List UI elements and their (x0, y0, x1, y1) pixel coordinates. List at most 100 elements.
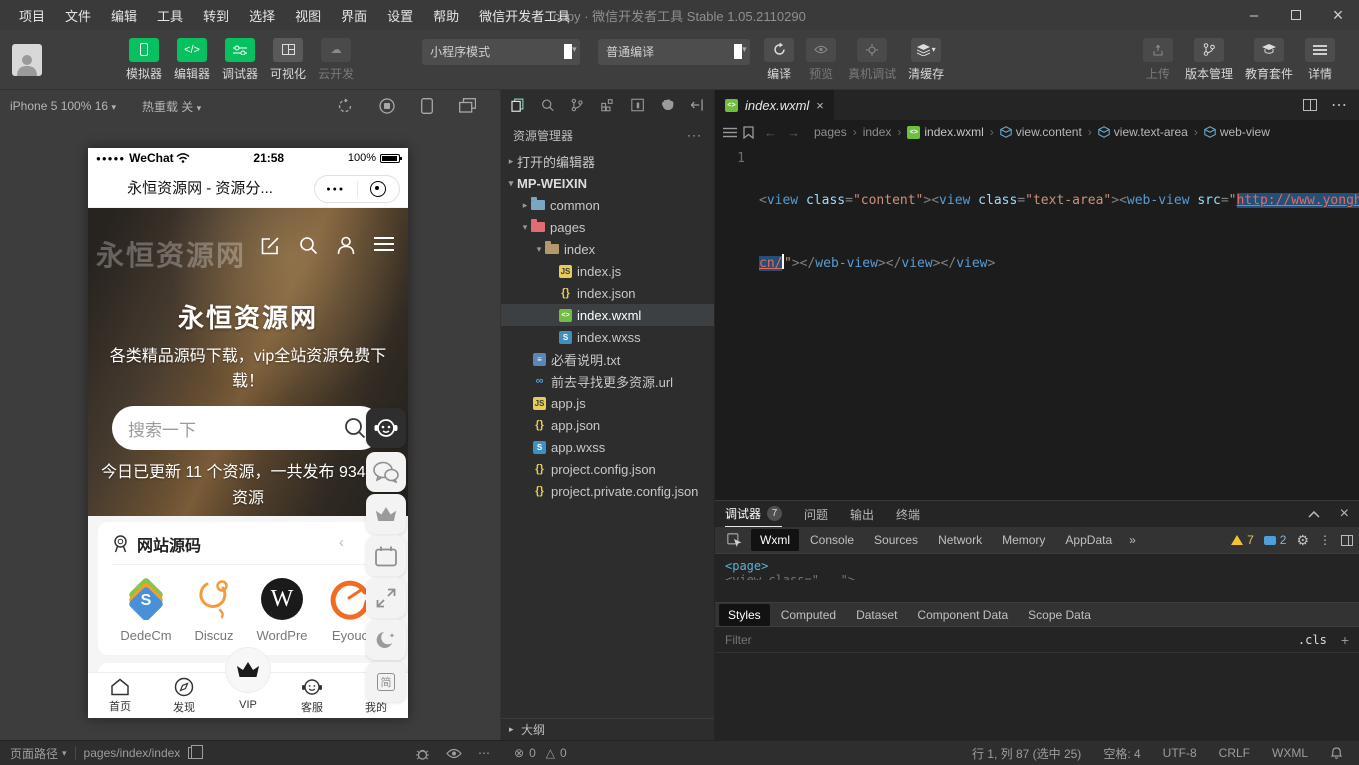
devtools-tab-console[interactable]: Console (801, 529, 863, 551)
device-debug-button[interactable]: 真机调试 (848, 38, 896, 82)
problems-summary[interactable]: ⊗0 △0 (500, 746, 715, 760)
indent-setting[interactable]: 空格: 4 (1103, 745, 1140, 762)
app-item-discuz[interactable]: Discuz (180, 577, 248, 643)
code-content[interactable]: 1 <view class="content"><view class="tex… (715, 144, 1359, 500)
vip-float-button[interactable] (366, 494, 406, 534)
more-button[interactable]: ●●● (315, 186, 357, 193)
crumb-pages[interactable]: pages (814, 125, 847, 139)
more-actions-icon[interactable]: ··· (687, 128, 702, 142)
nav-back-icon[interactable]: ← (764, 125, 777, 140)
mode-select[interactable]: 小程序模式 ▾ (422, 39, 580, 65)
dark-mode-float-button[interactable] (366, 620, 406, 660)
add-style-icon[interactable]: + (1341, 632, 1349, 648)
outline-list-icon[interactable] (723, 127, 737, 138)
eye-icon[interactable] (446, 748, 462, 759)
device-select[interactable]: iPhone 5 100% 16 ▾ (10, 99, 116, 113)
cls-toggle[interactable]: .cls (1298, 633, 1327, 647)
cloud-dev-button[interactable]: ☁ 云开发 (318, 38, 354, 82)
split-editor-icon[interactable] (1303, 99, 1317, 111)
tab-computed[interactable]: Computed (772, 604, 845, 626)
upload-button[interactable]: 上传 (1143, 38, 1173, 82)
devtools-menu-icon[interactable]: ⋮ (1319, 533, 1331, 547)
tree-folder-index[interactable]: ▾index (501, 238, 714, 260)
menu-file[interactable]: 文件 (56, 2, 100, 29)
devtools-settings-icon[interactable]: ⚙ (1296, 532, 1309, 549)
eol-setting[interactable]: CRLF (1219, 746, 1250, 760)
crumb-view-content[interactable]: view.content (1000, 125, 1082, 139)
crumb-view-text-area[interactable]: view.text-area (1098, 125, 1188, 139)
signin-float-button[interactable] (366, 536, 406, 576)
app-item-dedecms[interactable]: S DedeCm (112, 577, 180, 643)
collapse-sidebar-icon[interactable] (691, 98, 704, 112)
outline-section[interactable]: ▸大纲 (501, 718, 714, 740)
tree-file-readme-txt[interactable]: ≡必看说明.txt (501, 348, 714, 370)
tab-home[interactable]: 首页 (88, 673, 152, 718)
restore-button[interactable] (1275, 0, 1317, 30)
tab-terminal[interactable]: 终端 (896, 501, 920, 527)
editor-more-icon[interactable]: ⋯ (1331, 95, 1347, 115)
source-control-icon[interactable] (571, 97, 583, 113)
wxml-elements-tree[interactable]: <page> <view class="..."> ... (715, 554, 1359, 602)
crumb-web-view[interactable]: web-view (1204, 125, 1270, 139)
npm-icon[interactable] (631, 97, 644, 113)
hand-icon[interactable] (661, 98, 674, 112)
tree-folder-common[interactable]: ▸common (501, 194, 714, 216)
devtools-tab-memory[interactable]: Memory (993, 529, 1054, 551)
tab-index-wxml[interactable]: <> index.wxml × (715, 90, 834, 120)
preview-button[interactable]: 预览 (806, 38, 836, 82)
close-tab-icon[interactable]: × (816, 98, 824, 113)
rotate-icon[interactable] (337, 98, 353, 114)
chatbot-float-button[interactable] (366, 408, 406, 448)
search-input[interactable]: 搜索一下 (112, 406, 382, 450)
tree-file-app-js[interactable]: JSapp.js (501, 392, 714, 414)
menu-help[interactable]: 帮助 (424, 2, 468, 29)
menu-view[interactable]: 视图 (286, 2, 330, 29)
tree-file-more-url[interactable]: ∞前去寻找更多资源.url (501, 370, 714, 392)
language-mode[interactable]: WXML (1272, 746, 1308, 760)
menu-settings[interactable]: 设置 (378, 2, 422, 29)
crumb-index-wxml[interactable]: <>index.wxml (907, 125, 983, 139)
close-button[interactable]: × (1317, 0, 1359, 30)
edu-suite-button[interactable]: 教育套件 (1245, 38, 1293, 82)
menu-tools[interactable]: 工具 (148, 2, 192, 29)
search-icon[interactable] (299, 236, 318, 255)
search-icon[interactable] (541, 97, 554, 113)
hot-reload-select[interactable]: 热重载 关 ▾ (142, 98, 201, 115)
devtools-tab-network[interactable]: Network (929, 529, 991, 551)
menu-interface[interactable]: 界面 (332, 2, 376, 29)
wechat-chat-float-button[interactable] (366, 452, 406, 492)
devtools-tab-wxml[interactable]: Wxml (751, 529, 799, 551)
user-icon[interactable] (337, 236, 355, 255)
compile-button[interactable]: 编译 (764, 38, 794, 82)
styles-filter-input[interactable] (725, 633, 1298, 647)
tab-dataset[interactable]: Dataset (847, 604, 906, 626)
fullscreen-float-button[interactable] (366, 578, 406, 618)
menu-select[interactable]: 选择 (240, 2, 284, 29)
minimize-button[interactable]: – (1233, 0, 1275, 30)
tab-debugger[interactable]: 调试器7 (725, 501, 782, 527)
menu-icon[interactable] (374, 236, 394, 252)
simulator-toggle-button[interactable]: 模拟器 (126, 38, 162, 82)
inspect-icon[interactable] (727, 533, 743, 548)
dom-node-page[interactable]: <page> (725, 559, 1349, 573)
device-frame-icon[interactable] (421, 98, 433, 114)
tab-output[interactable]: 输出 (850, 501, 874, 527)
tree-open-editors[interactable]: ▸打开的编辑器 (501, 150, 714, 172)
exit-button[interactable] (358, 181, 400, 197)
app-item-wordpress[interactable]: W WordPre (248, 577, 316, 643)
tree-file-project-private-config[interactable]: {}project.private.config.json (501, 480, 714, 502)
tree-file-app-wxss[interactable]: Sapp.wxss (501, 436, 714, 458)
tab-styles[interactable]: Styles (719, 604, 770, 626)
debugger-toggle-button[interactable]: 调试器 (222, 38, 258, 82)
tree-file-app-json[interactable]: {}app.json (501, 414, 714, 436)
bug-icon[interactable] (415, 746, 430, 761)
edit-icon[interactable] (261, 236, 280, 255)
version-button[interactable]: 版本管理 (1185, 38, 1233, 82)
tab-discover[interactable]: 发现 (152, 673, 216, 718)
close-panel-icon[interactable]: × (1340, 505, 1349, 523)
editor-toggle-button[interactable]: </> 编辑器 (174, 38, 210, 82)
bookmark-icon[interactable] (743, 126, 754, 139)
tab-scope-data[interactable]: Scope Data (1019, 604, 1100, 626)
extensions-icon[interactable] (601, 97, 614, 113)
message-counter[interactable]: 2 (1264, 533, 1287, 547)
